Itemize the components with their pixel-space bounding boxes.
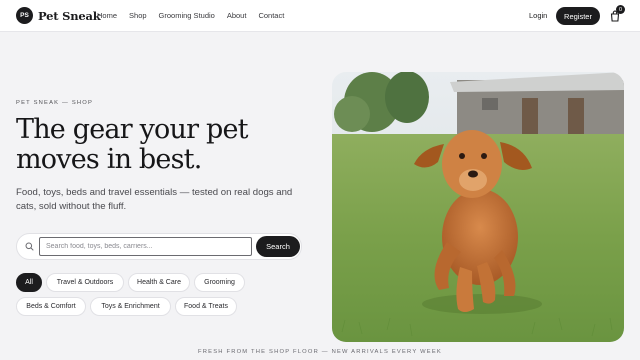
category-chip-all[interactable]: All	[16, 273, 42, 292]
hero-puppy-image	[332, 72, 624, 342]
nav-home[interactable]: Home	[97, 11, 117, 20]
hero-headline: The gear your pet moves in best.	[16, 115, 316, 175]
logo-mark: PS	[16, 7, 33, 24]
category-chip-health-care[interactable]: Health & Care	[128, 273, 190, 292]
category-chip-toys-enrichment[interactable]: Toys & Enrichment	[90, 297, 171, 316]
nav-about[interactable]: About	[227, 11, 247, 20]
category-chip-food-treats[interactable]: Food & Treats	[175, 297, 237, 316]
headline-line-2: moves in best.	[16, 144, 202, 175]
login-link[interactable]: Login	[529, 11, 547, 20]
register-button[interactable]: Register	[556, 7, 600, 25]
brand-logo[interactable]: PS Pet Sneak	[16, 7, 101, 24]
nav-grooming-studio[interactable]: Grooming Studio	[159, 11, 215, 20]
brand-name: Pet Sneak	[38, 8, 101, 23]
search-icon	[25, 242, 34, 251]
hero-subtext: Food, toys, beds and travel essentials —…	[16, 187, 293, 212]
category-chip-beds-comfort[interactable]: Beds & Comfort	[16, 297, 86, 316]
nav-contact[interactable]: Contact	[258, 11, 284, 20]
cart-count-badge: 0	[616, 5, 625, 14]
category-chip-grooming[interactable]: Grooming	[194, 273, 245, 292]
category-chip-travel-outdoors[interactable]: Travel & Outdoors	[46, 273, 124, 292]
hero-eyebrow: PET SNEAK — SHOP	[16, 100, 94, 106]
main-nav: Home Shop Grooming Studio About Contact	[97, 11, 296, 20]
headline-line-1: The gear your pet	[16, 114, 249, 145]
top-navigation-bar: PS Pet Sneak Home Shop Grooming Studio A…	[0, 0, 640, 32]
nav-shop[interactable]: Shop	[129, 11, 147, 20]
search-input[interactable]	[39, 237, 252, 256]
search-button[interactable]: Search	[256, 236, 300, 257]
footer-announcement: FRESH FROM THE SHOP FLOOR — NEW ARRIVALS…	[198, 349, 442, 355]
